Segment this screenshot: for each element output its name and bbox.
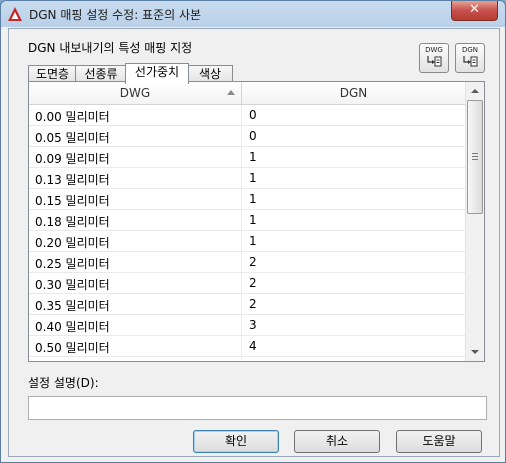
cell-divider <box>241 210 242 231</box>
dgn-lineweight-cell[interactable]: 2 <box>249 297 257 311</box>
dwg-lineweight-cell: 0.09 밀리미터 <box>35 152 110 166</box>
dwg-lineweight-cell: 0.18 밀리미터 <box>35 215 110 229</box>
cell-divider <box>241 357 242 359</box>
lineweight-mapping-grid: DWG DGN 0.00 밀리미터 0 0.05 밀리미터 0 0.09 밀리미터 1 0.… <box>28 81 485 362</box>
mapping-arrow-icon <box>427 56 442 67</box>
dwg-lineweight-cell: 0.40 밀리미터 <box>35 320 110 334</box>
grip-line <box>472 156 478 157</box>
table-row[interactable]: 0.18 밀리미터 1 <box>29 210 465 231</box>
table-row[interactable]: 0.25 밀리미터 2 <box>29 252 465 273</box>
grip-line <box>472 159 478 160</box>
arrow-up-icon <box>471 89 479 93</box>
dialog-body: DGN 내보내기의 특성 매핑 지정 DWG DGN 도면층 선종류 선가중치 … <box>8 28 500 457</box>
table-row[interactable]: 0.20 밀리미터 1 <box>29 231 465 252</box>
cell-divider <box>241 315 242 336</box>
dialog-window: DGN 매핑 설정 수정: 표준의 사본 ✕ DGN 내보내기의 특성 매핑 지… <box>0 0 506 463</box>
dgn-lineweight-cell[interactable]: 1 <box>249 213 257 227</box>
cell-divider <box>241 252 242 273</box>
autocad-app-icon <box>8 7 22 21</box>
help-button[interactable]: 도움말 <box>396 430 482 453</box>
dgn-lineweight-cell[interactable]: 1 <box>249 150 257 164</box>
close-icon: ✕ <box>469 2 480 17</box>
grid-header: DWG DGN <box>29 82 465 105</box>
title-bar[interactable]: DGN 매핑 설정 수정: 표준의 사본 ✕ <box>1 1 505 28</box>
column-header-dgn[interactable]: DGN <box>242 82 465 104</box>
cell-divider <box>241 105 242 126</box>
dgn-lineweight-cell[interactable]: 1 <box>249 192 257 206</box>
close-button[interactable]: ✕ <box>451 1 498 21</box>
cell-divider <box>241 189 242 210</box>
dgn-to-dwg-button[interactable]: DGN <box>455 43 485 73</box>
dwg-lineweight-cell: 0.13 밀리미터 <box>35 173 110 187</box>
dgn-button-label: DGN <box>461 46 479 54</box>
dwg-lineweight-cell: 0.30 밀리미터 <box>35 278 110 292</box>
window-title: DGN 매핑 설정 수정: 표준의 사본 <box>29 8 202 22</box>
table-row[interactable]: 0.40 밀리미터 3 <box>29 315 465 336</box>
description-input[interactable] <box>28 396 487 420</box>
dgn-lineweight-cell[interactable]: 3 <box>249 318 257 332</box>
mapping-heading: DGN 내보내기의 특성 매핑 지정 <box>28 41 193 55</box>
table-row[interactable]: 0.00 밀리미터 0 <box>29 105 465 126</box>
table-row[interactable]: 0.09 밀리미터 1 <box>29 147 465 168</box>
column-header-dwg[interactable]: DWG <box>29 82 241 104</box>
cell-divider <box>241 126 242 147</box>
dgn-lineweight-cell[interactable]: 1 <box>249 171 257 185</box>
dwg-lineweight-cell: 0.00 밀리미터 <box>35 110 110 124</box>
sort-ascending-icon <box>227 90 235 95</box>
scroll-thumb[interactable] <box>467 100 483 214</box>
dgn-lineweight-cell[interactable]: 0 <box>249 108 257 122</box>
vertical-scrollbar[interactable] <box>465 82 484 361</box>
grid-rows: 0.00 밀리미터 0 0.05 밀리미터 0 0.09 밀리미터 1 0.13 밀리미터 1… <box>29 105 465 359</box>
dwg-lineweight-cell: 0.05 밀리미터 <box>35 131 110 145</box>
dwg-lineweight-cell: 0.20 밀리미터 <box>35 236 110 250</box>
dgn-lineweight-cell[interactable]: 4 <box>249 339 257 353</box>
table-row[interactable]: 0.05 밀리미터 0 <box>29 126 465 147</box>
dgn-lineweight-cell[interactable]: 2 <box>249 255 257 269</box>
scroll-up-button[interactable] <box>466 82 483 99</box>
tab-lineweights[interactable]: 선가중치 <box>125 63 189 84</box>
table-row[interactable]: 0.53 밀리미터4 <box>29 357 465 359</box>
cancel-button[interactable]: 취소 <box>294 430 380 453</box>
dwg-lineweight-cell: 0.50 밀리미터 <box>35 341 110 355</box>
dwg-lineweight-cell: 0.25 밀리미터 <box>35 257 110 271</box>
cell-divider <box>241 294 242 315</box>
dwg-to-dgn-button[interactable]: DWG <box>419 43 449 73</box>
cell-divider <box>241 231 242 252</box>
table-row[interactable]: 0.35 밀리미터 2 <box>29 294 465 315</box>
arrow-down-icon <box>471 350 479 354</box>
dgn-lineweight-cell[interactable]: 1 <box>249 234 257 248</box>
dgn-lineweight-cell[interactable]: 2 <box>249 276 257 290</box>
mapping-arrow-icon <box>463 56 478 67</box>
cell-divider <box>241 168 242 189</box>
scroll-down-button[interactable] <box>466 344 483 361</box>
cell-divider <box>241 147 242 168</box>
dwg-button-label: DWG <box>425 46 443 54</box>
cell-divider <box>241 273 242 294</box>
dwg-lineweight-cell: 0.15 밀리미터 <box>35 194 110 208</box>
description-label: 설정 설명(D): <box>28 376 99 390</box>
table-row[interactable]: 0.13 밀리미터 1 <box>29 168 465 189</box>
table-row[interactable]: 0.15 밀리미터 1 <box>29 189 465 210</box>
ok-button[interactable]: 확인 <box>193 430 279 453</box>
grip-line <box>472 153 478 154</box>
table-row[interactable]: 0.50 밀리미터 4 <box>29 336 465 357</box>
table-row[interactable]: 0.30 밀리미터 2 <box>29 273 465 294</box>
dwg-lineweight-cell: 0.35 밀리미터 <box>35 299 110 313</box>
dgn-lineweight-cell[interactable]: 0 <box>249 129 257 143</box>
cell-divider <box>241 336 242 357</box>
